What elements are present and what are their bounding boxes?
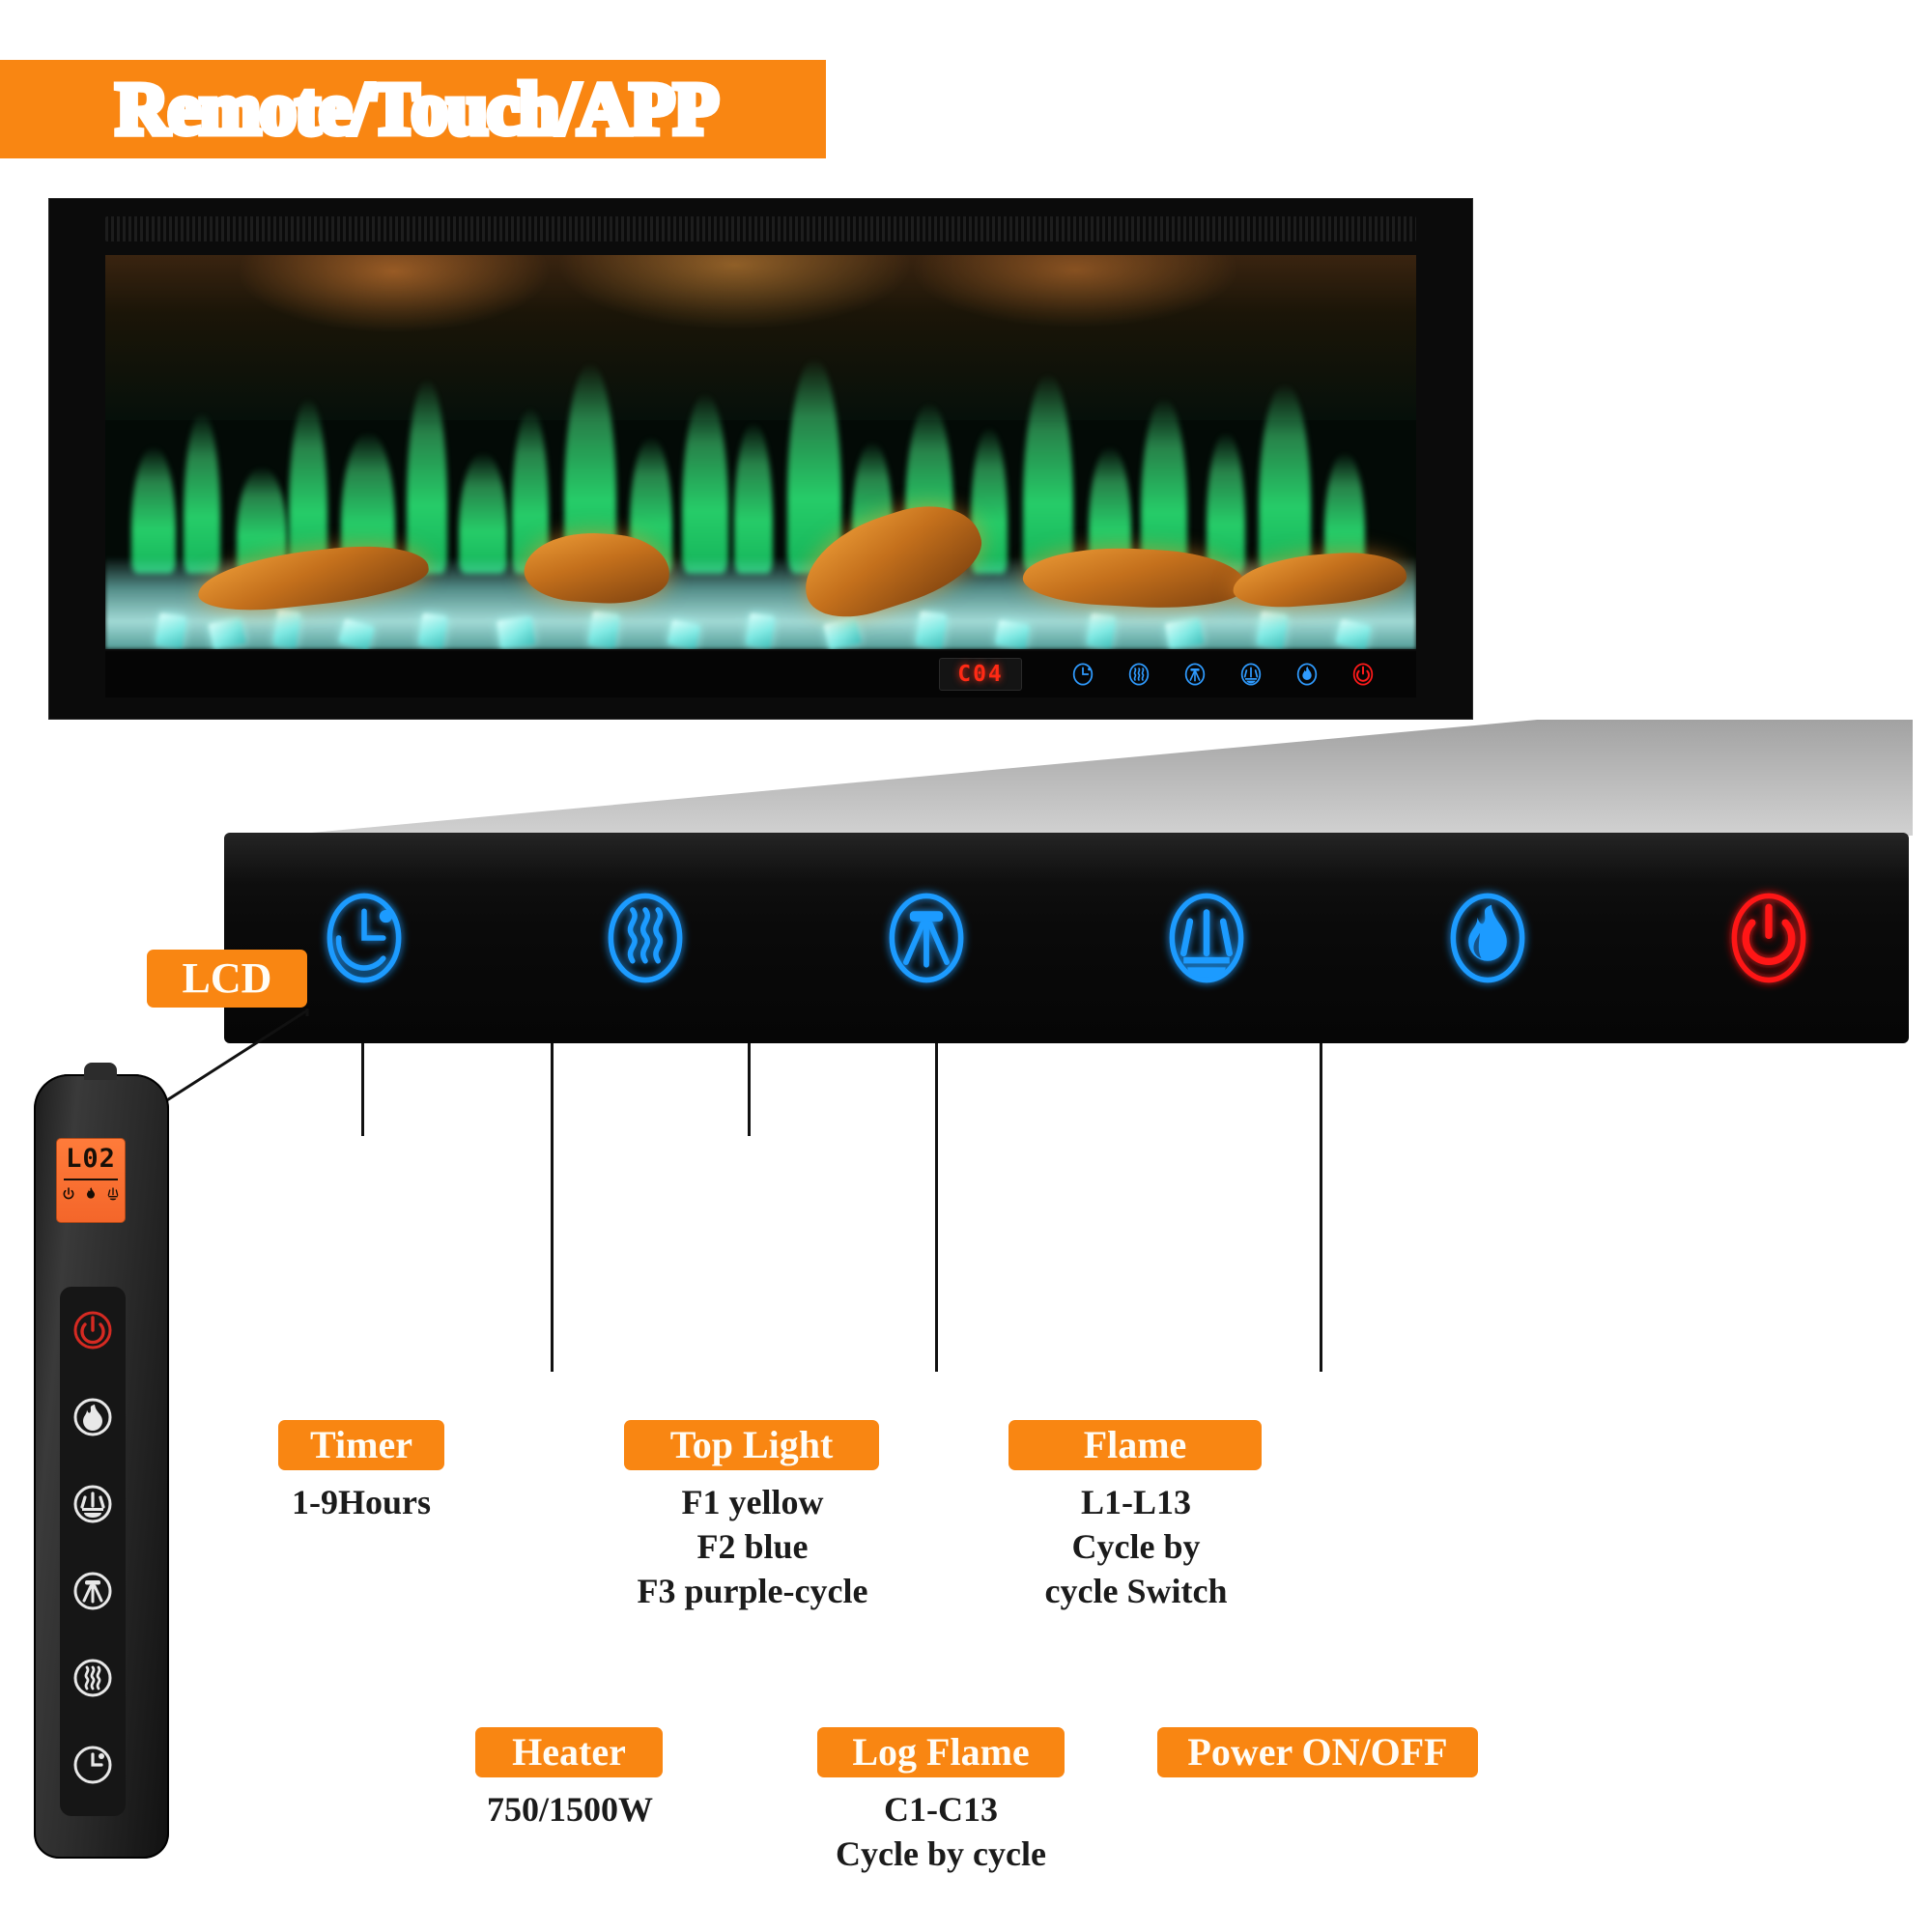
fireplace-unit: C04	[48, 198, 1473, 720]
callout-label-lcd: LCD	[182, 954, 272, 1002]
heater-icon	[73, 1659, 112, 1697]
remote-control: L02	[34, 1063, 169, 1859]
flame-bed	[105, 329, 1416, 574]
remote-top-nub	[84, 1063, 117, 1080]
zoom-callout-wedge	[280, 720, 1913, 836]
callout-label-flame: Flame	[1083, 1423, 1187, 1466]
panel-heater-button[interactable]	[505, 833, 786, 1043]
callout-badge-heater: Heater	[475, 1727, 663, 1777]
remote-lcd-display: L02	[56, 1138, 126, 1223]
top-light-icon	[889, 893, 964, 983]
remote-flame-button[interactable]	[71, 1395, 115, 1439]
callout-detail-timer: 1-9Hours	[292, 1483, 431, 1521]
flame-icon	[87, 1187, 95, 1199]
leader-line-heater	[551, 1043, 554, 1372]
power-icon	[73, 1311, 112, 1350]
callout-badge-timer: Timer	[278, 1420, 444, 1470]
led-display: C04	[939, 658, 1022, 691]
timer-icon	[327, 893, 402, 983]
strip-heater-icon[interactable]	[1124, 658, 1153, 691]
callout-badge-top-light: Top Light	[624, 1420, 879, 1470]
callout-label-power: Power ON/OFF	[1187, 1730, 1448, 1774]
callout-badge-log-flame: Log Flame	[817, 1727, 1065, 1777]
remote-heater-button[interactable]	[71, 1656, 115, 1700]
top-light-icon	[73, 1572, 112, 1610]
enlarged-control-panel	[224, 833, 1909, 1043]
remote-lcd-divider	[64, 1179, 118, 1180]
leader-line-timer	[361, 1043, 364, 1136]
power-icon	[1731, 893, 1806, 983]
fireplace-screen	[105, 255, 1416, 649]
leader-line-power	[1320, 1043, 1322, 1372]
callout-detail-flame: L1-L13 Cycle by cycle Switch	[1044, 1483, 1228, 1611]
timer-icon	[73, 1746, 112, 1784]
remote-top-light-button[interactable]	[71, 1569, 115, 1613]
log-flame-icon	[107, 1187, 119, 1201]
callout-label-top-light: Top Light	[669, 1423, 834, 1466]
remote-log-flame-button[interactable]	[71, 1482, 115, 1526]
strip-timer-icon[interactable]	[1068, 658, 1097, 691]
callout-detail-top-light: F1 yellow F2 blue F3 purple-cycle	[637, 1483, 868, 1611]
callout-label-log-flame: Log Flame	[852, 1730, 1030, 1774]
panel-top-light-button[interactable]	[785, 833, 1066, 1043]
flame-icon	[1450, 893, 1525, 983]
leader-line-top-light	[748, 1043, 751, 1136]
callout-badge-lcd: LCD	[147, 950, 307, 1008]
strip-power-icon[interactable]	[1349, 658, 1378, 691]
header-banner: Remote/Touch/APP	[0, 60, 826, 158]
panel-flame-button[interactable]	[1348, 833, 1629, 1043]
panel-power-button[interactable]	[1628, 833, 1909, 1043]
flame-icon	[73, 1398, 112, 1436]
callout-badge-flame: Flame	[1009, 1420, 1262, 1470]
led-display-value: C04	[957, 662, 1004, 687]
log-flame-icon	[73, 1485, 112, 1523]
callout-detail-heater: 750/1500W	[486, 1790, 653, 1829]
vent-grille	[105, 216, 1416, 242]
heater-icon	[608, 893, 683, 983]
panel-log-flame-button[interactable]	[1066, 833, 1348, 1043]
callout-label-timer: Timer	[310, 1423, 412, 1466]
strip-flame-icon[interactable]	[1293, 658, 1321, 691]
leader-line-log-flame	[935, 1043, 938, 1372]
remote-power-button[interactable]	[71, 1308, 115, 1352]
fireplace-touch-strip: C04	[105, 651, 1416, 697]
remote-button-well	[60, 1287, 126, 1816]
remote-lcd-value: L02	[66, 1144, 116, 1174]
remote-lcd-status-icons	[61, 1185, 121, 1203]
log-flame-icon	[1169, 893, 1244, 983]
panel-timer-button[interactable]	[224, 833, 505, 1043]
callout-badge-power: Power ON/OFF	[1157, 1727, 1478, 1777]
strip-top-light-icon[interactable]	[1180, 658, 1209, 691]
power-icon	[63, 1187, 74, 1200]
strip-log-flame-icon[interactable]	[1236, 658, 1265, 691]
callout-label-heater: Heater	[512, 1730, 626, 1774]
callout-detail-log-flame: C1-C13 Cycle by cycle	[836, 1790, 1046, 1874]
remote-timer-button[interactable]	[71, 1743, 115, 1787]
page-title: Remote/Touch/APP	[113, 69, 723, 150]
